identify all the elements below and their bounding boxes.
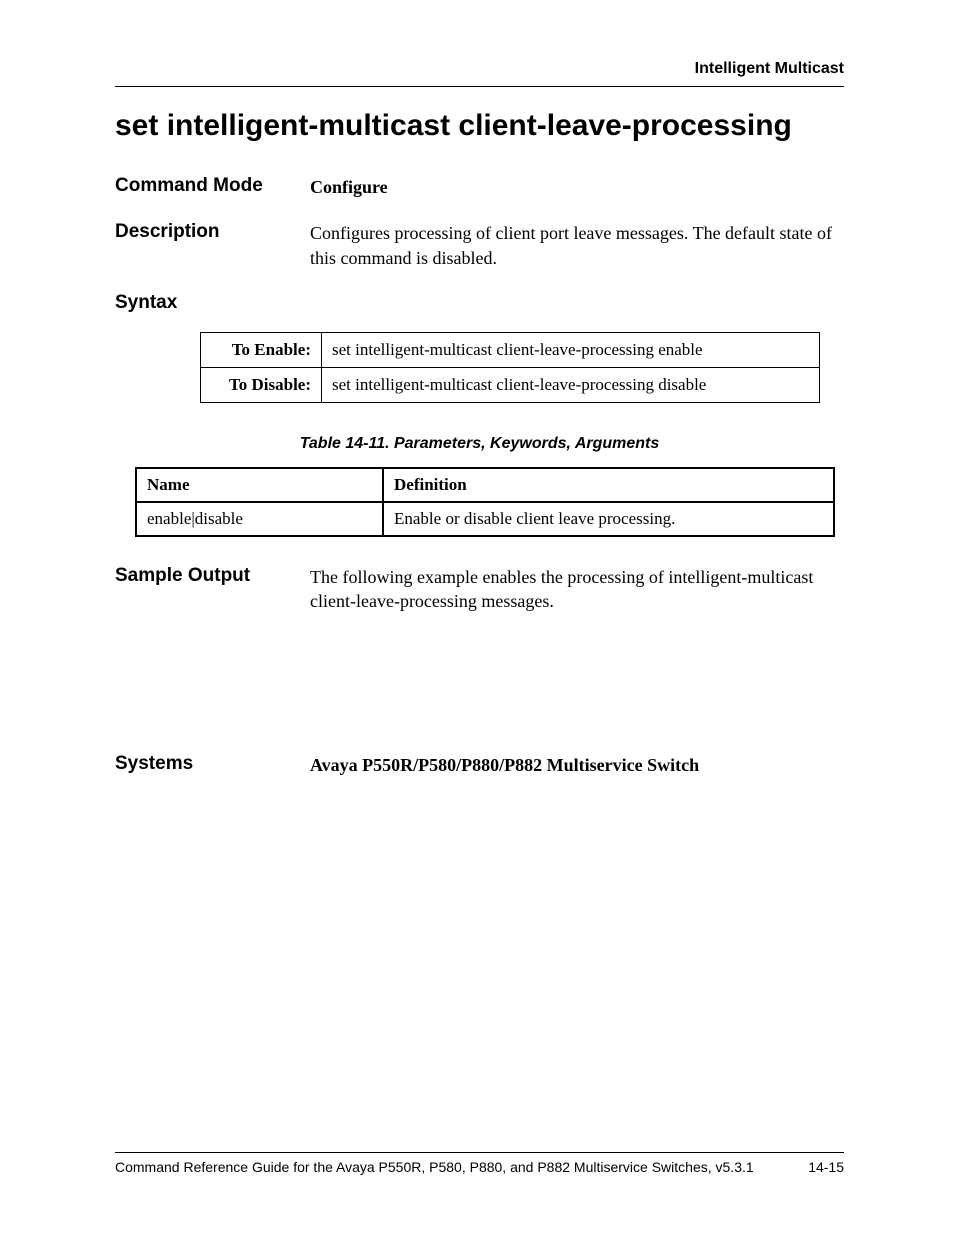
systems-value: Avaya P550R/P580/P880/P882 Multiservice …: [310, 753, 844, 777]
syntax-row-cmd: set intelligent-multicast client-leave-p…: [322, 332, 820, 367]
footer-page-number: 14-15: [808, 1159, 844, 1175]
syntax-row-label: To Enable:: [201, 332, 322, 367]
syntax-table: To Enable: set intelligent-multicast cli…: [200, 332, 820, 403]
page-title: set intelligent-multicast client-leave-p…: [115, 109, 844, 143]
footer-rule: [115, 1152, 844, 1153]
params-table: Name Definition enable|disable Enable or…: [135, 467, 835, 537]
table-row: enable|disable Enable or disable client …: [136, 502, 834, 536]
description-row: Description Configures processing of cli…: [115, 221, 844, 270]
table-row: To Disable: set intelligent-multicast cl…: [201, 367, 820, 402]
table-caption: Table 14-11. Parameters, Keywords, Argum…: [115, 435, 844, 453]
systems-row: Systems Avaya P550R/P580/P880/P882 Multi…: [115, 753, 844, 777]
syntax-row-cmd: set intelligent-multicast client-leave-p…: [322, 367, 820, 402]
sample-output-label: Sample Output: [115, 565, 310, 614]
running-header: Intelligent Multicast: [115, 60, 844, 78]
table-header-row: Name Definition: [136, 468, 834, 502]
table-row: To Enable: set intelligent-multicast cli…: [201, 332, 820, 367]
systems-label: Systems: [115, 753, 310, 777]
command-mode-value: Configure: [310, 175, 844, 199]
params-cell-definition: Enable or disable client leave processin…: [383, 502, 834, 536]
params-header-name: Name: [136, 468, 383, 502]
description-value: Configures processing of client port lea…: [310, 221, 844, 270]
syntax-heading: Syntax: [115, 292, 844, 314]
footer-left: Command Reference Guide for the Avaya P5…: [115, 1159, 754, 1175]
top-rule: [115, 86, 844, 87]
sample-output-row: Sample Output The following example enab…: [115, 565, 844, 614]
sample-output-value: The following example enables the proces…: [310, 565, 844, 614]
params-header-definition: Definition: [383, 468, 834, 502]
params-cell-name: enable|disable: [136, 502, 383, 536]
syntax-row-label: To Disable:: [201, 367, 322, 402]
command-mode-label: Command Mode: [115, 175, 310, 199]
command-mode-row: Command Mode Configure: [115, 175, 844, 199]
description-label: Description: [115, 221, 310, 270]
page-footer: Command Reference Guide for the Avaya P5…: [115, 1152, 844, 1175]
